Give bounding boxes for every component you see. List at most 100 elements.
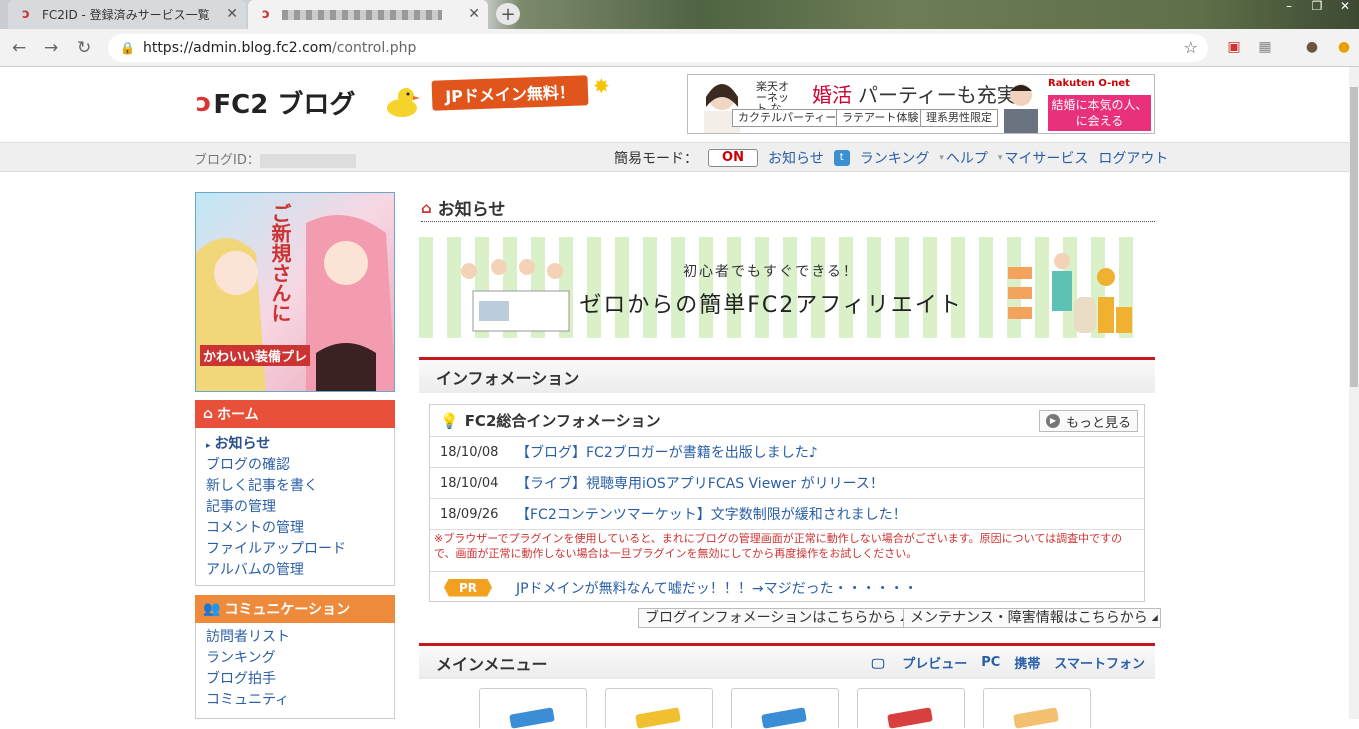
affiliate-banner[interactable]: 初心者でもすぐできる！ ゼロからの簡単FC2アフィリエイト (419, 237, 1146, 338)
preview-label: 🖵 プレビュー (871, 657, 968, 672)
minimize-button[interactable]: – (1275, 0, 1303, 14)
news-row: 18/10/08 【ブログ】FC2ブロガーが書籍を出版しました♪ (430, 437, 1144, 468)
news-date: 18/10/04 (440, 475, 499, 491)
nav-notice-link[interactable]: お知らせ (768, 148, 824, 168)
sidebar-item-manage-comments[interactable]: コメントの管理 (196, 518, 394, 539)
news-link[interactable]: 【ライブ】視聴専用iOSアプリFCAS Viewer がリリース！ (516, 473, 884, 493)
menu-card[interactable] (605, 688, 713, 729)
browser-tab-fc2id[interactable]: ↄ FC2ID - 登録済みサービス一覧 ✕ (8, 0, 246, 29)
sidebar-item-manage-posts[interactable]: 記事の管理 (196, 497, 394, 518)
preview-smartphone-link[interactable]: スマートフォン (1054, 653, 1145, 672)
news-row: 18/09/26 【FC2コンテンツマーケット】文字数制限が緩和されました！ (430, 499, 1144, 530)
close-window-button[interactable]: ✕ (1331, 0, 1359, 14)
pr-link[interactable]: JPドメインが無料なんて嘘だッ！！！→マジだった・・・・・・ (516, 578, 918, 598)
fc2-favicon-icon: ↄ (22, 7, 30, 22)
tab-title: FC2ID - 登録済みサービス一覧 (42, 8, 210, 22)
more-button[interactable]: ▶ もっと見る (1038, 410, 1138, 432)
sidebar-item-album[interactable]: アルバムの管理 (196, 560, 394, 581)
coins-illustration (1008, 253, 1132, 333)
sidebar-game-ad[interactable]: ご新規さんに かわいい装備プレ (195, 192, 395, 392)
sidebar-item-ranking[interactable]: ランキング (196, 648, 394, 669)
new-tab-button[interactable]: + (496, 3, 520, 25)
url-input[interactable]: 🔒 https://admin.blog.fc2.com/control.php… (108, 34, 1208, 62)
alert-icon[interactable]: ● (1334, 37, 1354, 57)
blog-id-label: ブログID： (194, 149, 356, 168)
news-link[interactable]: 【FC2コンテンツマーケット】文字数制限が緩和されました！ (516, 504, 907, 524)
back-arrow-icon[interactable]: ← (12, 38, 26, 58)
people-icon: 👥 (203, 601, 221, 617)
sidebar-item-file-upload[interactable]: ファイルアップロード (196, 539, 394, 560)
nav-logout-link[interactable]: ログアウト (1098, 148, 1168, 168)
blog-info-link-button[interactable]: ブログインフォメーションはこちらから◢ (638, 608, 910, 628)
profile-avatar-icon[interactable]: ● (1302, 37, 1322, 57)
menu-card[interactable] (983, 688, 1091, 729)
page-scrollbar[interactable] (1349, 67, 1359, 719)
news-date: 18/10/08 (440, 444, 499, 460)
pr-row: PR JPドメインが無料なんて嘘だッ！！！→マジだった・・・・・・ (430, 571, 1144, 603)
twitter-icon[interactable]: t (833, 150, 850, 166)
forward-arrow-icon[interactable]: → (44, 38, 58, 58)
ad-caption: かわいい装備プレ (200, 345, 311, 366)
sidebar-item-clap[interactable]: ブログ拍手 (196, 669, 394, 690)
preview-pc-link[interactable]: PC (981, 655, 1000, 670)
browser-tab-active[interactable]: ↄ ✕ (248, 0, 488, 29)
jp-domain-banner[interactable]: JPドメイン無料！ (431, 75, 589, 111)
bookmark-star-icon[interactable]: ☆ (1184, 38, 1198, 57)
pocket-extension-icon[interactable]: ▣ (1224, 37, 1244, 57)
menu-card[interactable] (479, 688, 587, 729)
pr-badge: PR (444, 578, 492, 597)
sidebar-item-notice[interactable]: ▸ お知らせ (196, 434, 394, 455)
info-section-header: インフォメーション (419, 357, 1155, 393)
redacted-tab-title (282, 9, 442, 20)
dropdown-arrow-icon: ▾ (939, 153, 944, 163)
fc2-blog-logo[interactable]: ↄ FC2 ブログ (196, 84, 355, 121)
affiliate-text: 初心者でもすぐできる！ ゼロからの簡単FC2アフィリエイト (551, 251, 991, 325)
reload-icon[interactable]: ↻ (77, 38, 91, 58)
easy-mode-label: 簡易モード： (614, 151, 698, 167)
menu-card[interactable] (731, 688, 839, 729)
ad-headline: ご新規さんに (268, 203, 292, 323)
close-icon[interactable]: ✕ (468, 6, 480, 22)
affiliate-headline: ゼロからの簡単FC2アフィリエイト (579, 293, 963, 318)
duck-icon (387, 88, 420, 117)
nav-ranking-link[interactable]: ランキング (860, 148, 930, 168)
lock-icon: 🔒 (120, 41, 135, 55)
sidebar-communication-menu: 訪問者リスト ランキング ブログ拍手 コミュニティ (195, 623, 395, 719)
address-bar: ← → ↻ 🔒 https://admin.blog.fc2.com/contr… (0, 29, 1359, 67)
menu-card[interactable] (857, 688, 965, 729)
nav-myservice-link[interactable]: マイサービス (1004, 148, 1088, 168)
preview-mobile-link[interactable]: 携帯 (1014, 653, 1040, 672)
sidebar-item-new-post[interactable]: 新しく記事を書く (196, 476, 394, 497)
ad-headline-1: 婚活 (812, 83, 852, 107)
sidebar-item-visitors[interactable]: 訪問者リスト (196, 627, 394, 648)
sidebar-item-view-blog[interactable]: ブログの確認 (196, 455, 394, 476)
menu-card-icon (761, 707, 807, 729)
menu-card-icon (509, 707, 555, 729)
maintenance-link-button[interactable]: メンテナンス・障害情報はこちらから ◢ (903, 608, 1161, 628)
scrollbar-thumb[interactable] (1350, 87, 1358, 387)
browser-tab-bar: ↄ FC2ID - 登録済みサービス一覧 ✕ ↄ ✕ + – ❐ ✕ (0, 0, 1359, 29)
house-icon: ⌂ (421, 198, 432, 217)
logo-text: FC2 ブログ (213, 90, 356, 120)
news-row: 18/10/04 【ライブ】視聴専用iOSアプリFCAS Viewer がリリー… (430, 468, 1144, 499)
ad-headline-2: パーティーも充実 (858, 83, 1017, 107)
menu-card-icon (887, 707, 933, 729)
play-icon: ▶ (1045, 414, 1060, 428)
menu-card-icon (1013, 707, 1059, 729)
ad-cta[interactable]: 結婚に本気の人、に会える (1048, 95, 1151, 131)
url-host: https://admin.blog.fc2.com (142, 40, 333, 56)
nav-help-link[interactable]: ヘルプ (946, 148, 988, 168)
puzzle-extension-icon[interactable]: ▦ (1255, 37, 1275, 57)
window-controls: – ❐ ✕ (1275, 0, 1359, 14)
toolbar-band: ブログID： 簡易モード： ON お知らせ t ランキング ▾ ヘルプ ▾ マイ… (0, 142, 1349, 172)
page-title: ⌂ お知らせ (421, 194, 1155, 222)
rakuten-onet-ad[interactable]: 楽天オーネット なら 婚活 パーティーも充実 カクテルパーティー ラテアート体験… (687, 74, 1155, 134)
sidebar-communication-header: 👥 コミュニケーション (195, 595, 395, 623)
sidebar-item-community[interactable]: コミュニティ (196, 690, 394, 711)
news-link[interactable]: 【ブログ】FC2ブロガーが書籍を出版しました♪ (516, 442, 818, 462)
restore-button[interactable]: ❐ (1303, 0, 1331, 14)
ad-tag: カクテルパーティー (732, 109, 843, 127)
ad-man-photo (1004, 84, 1038, 133)
easy-mode-toggle[interactable]: ON (708, 149, 758, 167)
close-icon[interactable]: ✕ (226, 6, 238, 22)
